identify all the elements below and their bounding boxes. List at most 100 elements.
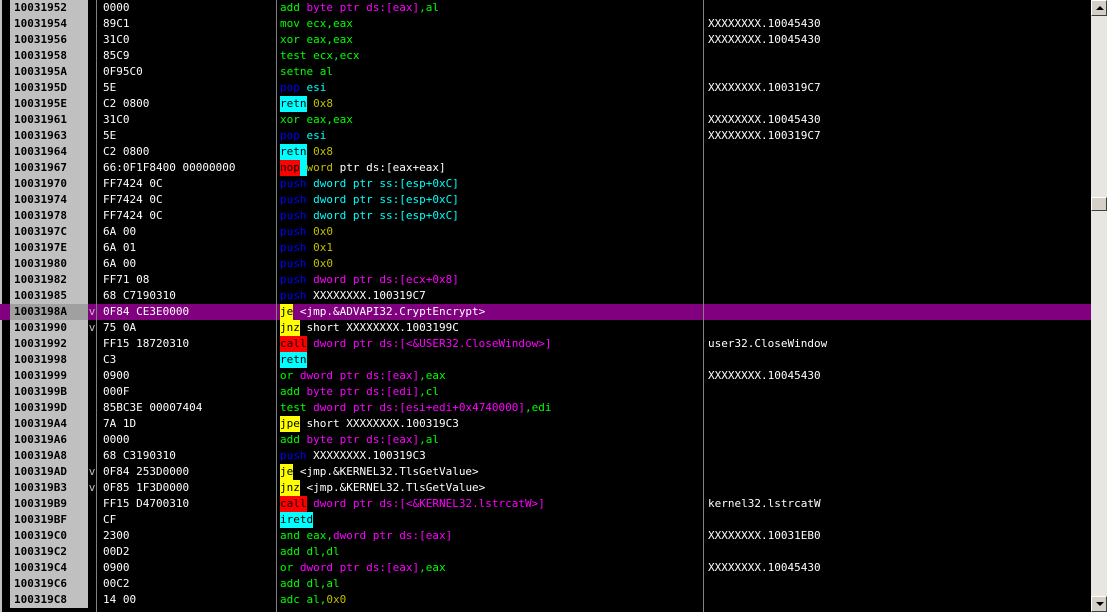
address-cell[interactable]: 100319C4	[10, 560, 88, 576]
address-cell[interactable]: 10031978	[10, 208, 88, 224]
address-cell[interactable]: 100319B3	[10, 480, 88, 496]
instruction-cell[interactable]: nop word ptr ds:[eax+eax]	[280, 160, 702, 176]
address-cell[interactable]: 10031990	[10, 320, 88, 336]
address-cell[interactable]: 10031954	[10, 16, 88, 32]
instruction-cell[interactable]: and eax,dword ptr ds:[eax]	[280, 528, 702, 544]
instruction-cell[interactable]: jnz short XXXXXXXX.1003199C	[280, 320, 702, 336]
hex-bytes-cell[interactable]: CF	[103, 512, 275, 528]
instruction-cell[interactable]: push dword ptr ss:[esp+0xC]	[280, 192, 702, 208]
instruction-cell[interactable]: call dword ptr ds:[<&KERNEL32.lstrcatW>]	[280, 496, 702, 512]
hex-bytes-cell[interactable]: 5E	[103, 80, 275, 96]
hex-bytes-cell[interactable]: 6A 01	[103, 240, 275, 256]
instruction-row[interactable]: 10031978 FF7424 0C push dword ptr ss:[esp+…	[0, 208, 1091, 224]
comment-cell[interactable]	[708, 464, 1088, 480]
comment-cell[interactable]	[708, 416, 1088, 432]
comment-cell[interactable]	[708, 256, 1088, 272]
comment-cell[interactable]	[708, 544, 1088, 560]
instruction-row[interactable]: 10031990 v 75 0A jnz short XXXXXXXX.1003199…	[0, 320, 1091, 336]
comment-cell[interactable]	[708, 592, 1088, 608]
scroll-down-button[interactable]	[1091, 596, 1107, 612]
address-cell[interactable]: 10031964	[10, 144, 88, 160]
instruction-row[interactable]: 10031964 C2 0800 retn 0x8	[0, 144, 1091, 160]
hex-bytes-cell[interactable]: 00C2	[103, 576, 275, 592]
instruction-row[interactable]: 100319A8 68 C3190310 push XXXXXXXX.100319C…	[0, 448, 1091, 464]
instruction-row[interactable]: 10031967 66:0F1F8400 00000000 nop word ptr…	[0, 160, 1091, 176]
instruction-row[interactable]: 10031954 89C1 mov ecx,eax XXXXXXXX.10045430	[0, 16, 1091, 32]
comment-cell[interactable]	[708, 352, 1088, 368]
instruction-row[interactable]: 10031980 6A 00 push 0x0	[0, 256, 1091, 272]
comment-cell[interactable]: XXXXXXXX.100319C7	[708, 80, 1088, 96]
instruction-row[interactable]: 100319C0 2300 and eax,dword ptr ds:[eax] XX…	[0, 528, 1091, 544]
comment-cell[interactable]	[708, 64, 1088, 80]
instruction-cell[interactable]: push 0x0	[280, 256, 702, 272]
address-cell[interactable]: 1003199B	[10, 384, 88, 400]
comment-cell[interactable]	[708, 448, 1088, 464]
instruction-cell[interactable]: jpe short XXXXXXXX.100319C3	[280, 416, 702, 432]
address-cell[interactable]: 10031970	[10, 176, 88, 192]
instruction-row[interactable]: 100319C2 00D2 add dl,dl	[0, 544, 1091, 560]
comment-cell[interactable]	[708, 480, 1088, 496]
address-cell[interactable]: 10031956	[10, 32, 88, 48]
address-cell[interactable]: 1003195D	[10, 80, 88, 96]
hex-bytes-cell[interactable]: 0F85 1F3D0000	[103, 480, 275, 496]
hex-bytes-cell[interactable]: 68 C7190310	[103, 288, 275, 304]
instruction-row[interactable]: 100319C8 14 00 adc al,0x0	[0, 592, 1091, 608]
comment-cell[interactable]	[708, 96, 1088, 112]
address-cell[interactable]: 1003195A	[10, 64, 88, 80]
address-cell[interactable]: 100319A6	[10, 432, 88, 448]
address-cell[interactable]: 10031985	[10, 288, 88, 304]
address-cell[interactable]: 10031958	[10, 48, 88, 64]
address-cell[interactable]: 100319C6	[10, 576, 88, 592]
instruction-cell[interactable]: add dl,al	[280, 576, 702, 592]
hex-bytes-cell[interactable]: 31C0	[103, 32, 275, 48]
comment-cell[interactable]	[708, 304, 1088, 320]
address-cell[interactable]: 100319C8	[10, 592, 88, 608]
address-cell[interactable]: 10031999	[10, 368, 88, 384]
hex-bytes-cell[interactable]: FF7424 0C	[103, 176, 275, 192]
instruction-cell[interactable]: adc al,0x0	[280, 592, 702, 608]
address-cell[interactable]: 10031998	[10, 352, 88, 368]
address-cell[interactable]: 100319B9	[10, 496, 88, 512]
instruction-row[interactable]: 1003199D 85BC3E 00007404 test dword ptr ds…	[0, 400, 1091, 416]
instruction-cell[interactable]: setne al	[280, 64, 702, 80]
instruction-cell[interactable]: xor eax,eax	[280, 112, 702, 128]
address-cell[interactable]: 10031961	[10, 112, 88, 128]
instruction-row[interactable]: 10031956 31C0 xor eax,eax XXXXXXXX.10045430	[0, 32, 1091, 48]
address-cell[interactable]: 100319A4	[10, 416, 88, 432]
hex-bytes-cell[interactable]: 68 C3190310	[103, 448, 275, 464]
address-cell[interactable]: 1003199D	[10, 400, 88, 416]
address-cell[interactable]: 10031982	[10, 272, 88, 288]
hex-bytes-cell[interactable]: 14 00	[103, 592, 275, 608]
address-cell[interactable]: 100319BF	[10, 512, 88, 528]
comment-cell[interactable]: XXXXXXXX.10045430	[708, 32, 1088, 48]
comment-cell[interactable]	[708, 208, 1088, 224]
instruction-row[interactable]: 100319AD v 0F84 253D0000 je <jmp.&KERNEL32.…	[0, 464, 1091, 480]
instruction-cell[interactable]: call dword ptr ds:[<&USER32.CloseWindow>…	[280, 336, 702, 352]
address-cell[interactable]: 100319C2	[10, 544, 88, 560]
address-cell[interactable]: 10031974	[10, 192, 88, 208]
instruction-row[interactable]: 10031970 FF7424 0C push dword ptr ss:[esp+…	[0, 176, 1091, 192]
hex-bytes-cell[interactable]: C2 0800	[103, 144, 275, 160]
instruction-row[interactable]: 10031998 C3 retn	[0, 352, 1091, 368]
instruction-row[interactable]: 10031982 FF71 08 push dword ptr ds:[ecx+0x…	[0, 272, 1091, 288]
address-cell[interactable]: 1003197C	[10, 224, 88, 240]
instruction-row[interactable]: 10031992 FF15 18720310 call dword ptr ds:[…	[0, 336, 1091, 352]
hex-bytes-cell[interactable]: FF15 D4700310	[103, 496, 275, 512]
instruction-cell[interactable]: push dword ptr ds:[ecx+0x8]	[280, 272, 702, 288]
comment-cell[interactable]: XXXXXXXX.10031EB0	[708, 528, 1088, 544]
address-cell[interactable]: 1003198A	[10, 304, 88, 320]
instruction-cell[interactable]: je <jmp.&ADVAPI32.CryptEncrypt>	[280, 304, 702, 320]
hex-bytes-cell[interactable]: 0000	[103, 0, 275, 16]
address-cell[interactable]: 100319C0	[10, 528, 88, 544]
instruction-cell[interactable]: pop esi	[280, 128, 702, 144]
instruction-cell[interactable]: pop esi	[280, 80, 702, 96]
instruction-cell[interactable]: push 0x0	[280, 224, 702, 240]
comment-cell[interactable]: XXXXXXXX.10045430	[708, 368, 1088, 384]
instruction-cell[interactable]: retn 0x8	[280, 144, 702, 160]
hex-bytes-cell[interactable]: 000F	[103, 384, 275, 400]
instruction-row[interactable]: 100319B3 v 0F85 1F3D0000 jnz <jmp.&KERNEL32…	[0, 480, 1091, 496]
instruction-cell[interactable]: retn	[280, 352, 702, 368]
instruction-cell[interactable]: iretd	[280, 512, 702, 528]
comment-cell[interactable]	[708, 240, 1088, 256]
hex-bytes-cell[interactable]: 0F84 253D0000	[103, 464, 275, 480]
